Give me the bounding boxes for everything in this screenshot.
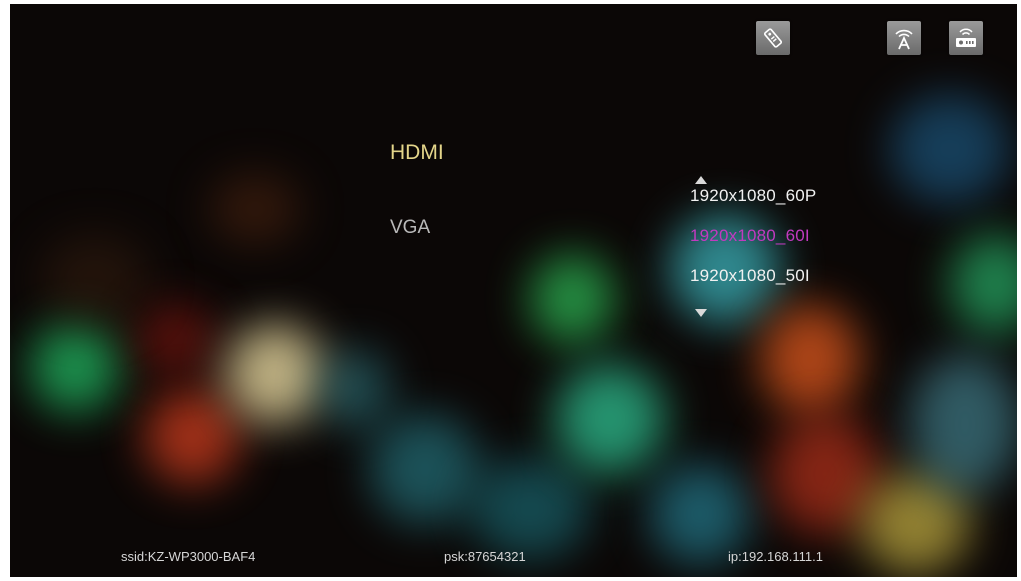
background-bokeh	[530, 254, 615, 344]
status-ip: ip:192.168.111.1	[728, 549, 823, 564]
resolution-option-1920x1080-60i[interactable]: 1920x1080_60I	[690, 226, 810, 246]
remote-icon-glyph	[763, 28, 783, 48]
status-psk: psk:87654321	[444, 549, 526, 564]
background-bokeh	[910, 354, 1017, 494]
background-bokeh	[555, 364, 665, 474]
airplay-icon-glyph	[895, 29, 913, 50]
background-bokeh	[370, 414, 480, 524]
scroll-down-arrow-icon[interactable]	[695, 309, 707, 317]
background-bokeh	[225, 324, 325, 424]
wifi-device-icon-glyph	[956, 28, 976, 47]
source-vga[interactable]: VGA	[390, 217, 430, 239]
background-bokeh	[950, 234, 1017, 334]
resolution-option-1920x1080-50i[interactable]: 1920x1080_50I	[690, 266, 810, 286]
source-hdmi[interactable]: HDMI	[390, 141, 444, 165]
background-bokeh	[470, 459, 590, 559]
status-ssid: ssid:KZ-WP3000-BAF4	[121, 549, 256, 564]
background-bokeh	[760, 304, 860, 414]
remote-icon[interactable]	[756, 21, 790, 55]
background-bokeh	[40, 234, 150, 324]
resolution-option-1920x1080-60p[interactable]: 1920x1080_60P	[690, 186, 816, 206]
background-bokeh	[320, 349, 390, 429]
background-bokeh	[860, 474, 970, 574]
background-bokeh	[145, 389, 240, 484]
background-bokeh	[770, 414, 880, 534]
background-bokeh	[210, 174, 300, 244]
scroll-up-arrow-icon[interactable]	[695, 176, 707, 184]
background-bokeh	[30, 322, 120, 412]
display-settings-screen: HDMI VGA 1920x1080_60P 1920x1080_60I 192…	[10, 4, 1017, 577]
background-bokeh	[890, 94, 1010, 204]
wifi-device-icon[interactable]	[949, 21, 983, 55]
background-bokeh	[135, 304, 215, 374]
airplay-icon[interactable]	[887, 21, 921, 55]
